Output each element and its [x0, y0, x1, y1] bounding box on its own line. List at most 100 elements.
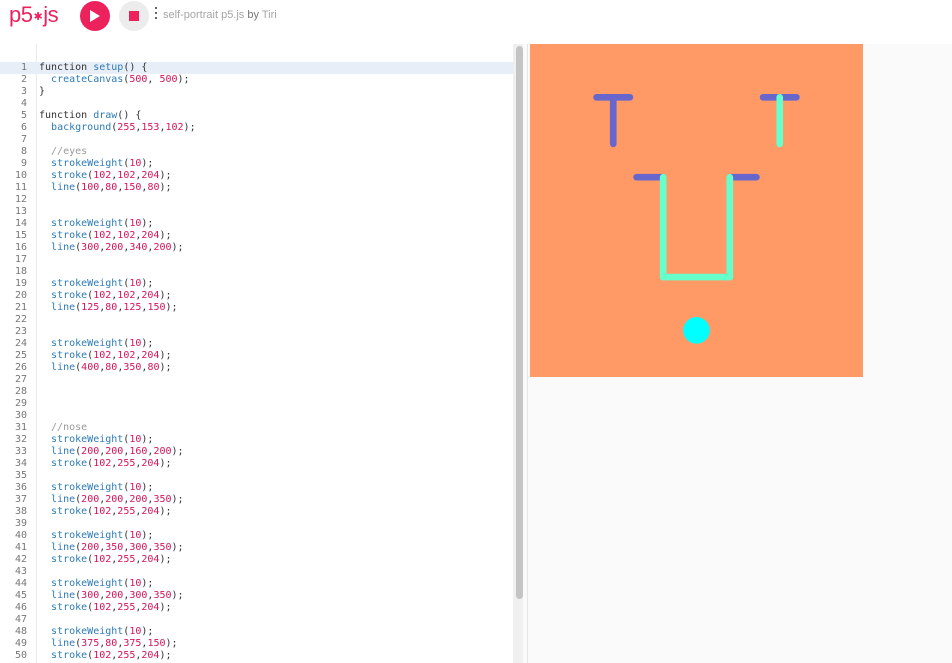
line-number: 45 — [14, 590, 27, 601]
line-code[interactable]: stroke(102,255,204); — [39, 554, 171, 566]
code-line[interactable]: 35 — [0, 470, 513, 482]
author-link[interactable]: Tiri — [262, 9, 277, 21]
line-code[interactable]: line(200,200,200,350); — [39, 494, 184, 506]
code-line[interactable]: 37 line(200,200,200,350); — [0, 494, 513, 506]
code-line[interactable]: 34 stroke(102,255,204); — [0, 458, 513, 470]
code-line[interactable]: 10 stroke(102,102,204); — [0, 170, 513, 182]
line-code[interactable]: line(300,200,300,350); — [39, 590, 184, 602]
code-line[interactable]: 16 line(300,200,340,200); — [0, 242, 513, 254]
code-line[interactable]: 22 — [0, 314, 513, 326]
stop-button[interactable] — [119, 1, 149, 31]
line-code[interactable]: strokeWeight(10); — [39, 578, 153, 590]
line-code[interactable]: stroke(102,255,204); — [39, 602, 171, 614]
line-code[interactable]: stroke(102,255,204); — [39, 650, 171, 662]
line-code[interactable]: stroke(102,102,204); — [39, 170, 171, 182]
code-line[interactable]: 8 //eyes — [0, 146, 513, 158]
code-line[interactable]: 48 strokeWeight(10); — [0, 626, 513, 638]
line-code[interactable]: line(300,200,340,200); — [39, 242, 184, 254]
code-line[interactable]: 44 strokeWeight(10); — [0, 578, 513, 590]
kebab-menu-icon[interactable] — [155, 7, 158, 23]
code-line[interactable]: 39 — [0, 518, 513, 530]
sketch-name[interactable]: self-portrait p5.js — [163, 9, 244, 21]
line-code[interactable]: line(200,350,300,350); — [39, 542, 184, 554]
code-line[interactable]: 2 createCanvas(500, 500); — [0, 74, 513, 86]
code-line[interactable]: 33 line(200,200,160,200); — [0, 446, 513, 458]
code-line[interactable]: 50 stroke(102,255,204); — [0, 650, 513, 662]
code-line[interactable]: 11 line(100,80,150,80); — [0, 182, 513, 194]
play-button[interactable] — [80, 1, 110, 31]
code-line[interactable]: 18 — [0, 266, 513, 278]
line-number: 48 — [14, 626, 27, 637]
code-line[interactable]: 7 — [0, 134, 513, 146]
line-code[interactable]: line(100,80,150,80); — [39, 182, 171, 194]
code-line[interactable]: 20 stroke(102,102,204); — [0, 290, 513, 302]
logo-suffix: js — [43, 2, 59, 27]
line-code[interactable]: line(200,200,160,200); — [39, 446, 184, 458]
code-line[interactable]: 47 — [0, 614, 513, 626]
code-line[interactable]: 23 — [0, 326, 513, 338]
code-line[interactable]: 24 strokeWeight(10); — [0, 338, 513, 350]
code-line[interactable]: 40 strokeWeight(10); — [0, 530, 513, 542]
code-line[interactable]: 42 stroke(102,255,204); — [0, 554, 513, 566]
line-code[interactable]: stroke(102,255,204); — [39, 458, 171, 470]
line-code[interactable]: strokeWeight(10); — [39, 158, 153, 170]
code-line[interactable]: 12 — [0, 194, 513, 206]
code-line[interactable]: 1 function setup() { — [0, 62, 513, 74]
code-editor[interactable]: 1 function setup() {2 createCanvas(500, 5… — [0, 44, 513, 663]
code-line[interactable]: 6 background(255,153,102); — [0, 122, 513, 134]
code-line[interactable]: 27 — [0, 374, 513, 386]
editor-scrollbar-thumb[interactable] — [516, 46, 523, 599]
line-code[interactable]: line(375,80,375,150); — [39, 638, 178, 650]
line-code[interactable]: function setup() { — [39, 62, 147, 74]
code-line[interactable]: 32 strokeWeight(10); — [0, 434, 513, 446]
line-code[interactable]: strokeWeight(10); — [39, 338, 153, 350]
line-code[interactable]: stroke(102,102,204); — [39, 290, 171, 302]
line-code[interactable]: createCanvas(500, 500); — [39, 74, 190, 86]
code-line[interactable]: 17 — [0, 254, 513, 266]
code-line[interactable]: 14 strokeWeight(10); — [0, 218, 513, 230]
code-line[interactable]: 19 strokeWeight(10); — [0, 278, 513, 290]
line-code[interactable]: stroke(102,255,204); — [39, 506, 171, 518]
code-line[interactable]: 28 — [0, 386, 513, 398]
code-line[interactable]: 5 function draw() { — [0, 110, 513, 122]
line-code[interactable]: } — [39, 86, 45, 98]
line-code[interactable]: line(400,80,350,80); — [39, 362, 171, 374]
line-code[interactable]: background(255,153,102); — [39, 122, 196, 134]
code-line[interactable]: 43 — [0, 566, 513, 578]
line-number: 36 — [14, 482, 27, 493]
code-line[interactable]: 3} — [0, 86, 513, 98]
code-line[interactable]: 13 — [0, 206, 513, 218]
code-line[interactable]: 26 line(400,80,350,80); — [0, 362, 513, 374]
line-code[interactable]: stroke(102,102,204); — [39, 350, 171, 362]
code-line[interactable]: 15 stroke(102,102,204); — [0, 230, 513, 242]
code-line[interactable]: 25 stroke(102,102,204); — [0, 350, 513, 362]
panel-divider[interactable] — [527, 44, 528, 663]
code-line[interactable]: 36 strokeWeight(10); — [0, 482, 513, 494]
code-line[interactable]: 41 line(200,350,300,350); — [0, 542, 513, 554]
line-code[interactable]: //nose — [39, 422, 87, 434]
code-line[interactable]: 21 line(125,80,125,150); — [0, 302, 513, 314]
code-line[interactable]: 46 stroke(102,255,204); — [0, 602, 513, 614]
line-code[interactable]: stroke(102,102,204); — [39, 230, 171, 242]
code-line[interactable]: 31 //nose — [0, 422, 513, 434]
code-line[interactable]: 9 strokeWeight(10); — [0, 158, 513, 170]
p5-logo[interactable]: p5✱js — [9, 2, 59, 28]
code-line[interactable]: 30 — [0, 410, 513, 422]
line-code[interactable]: strokeWeight(10); — [39, 218, 153, 230]
code-line[interactable]: 49 line(375,80,375,150); — [0, 638, 513, 650]
line-number: 24 — [14, 338, 27, 349]
line-code[interactable]: function draw() { — [39, 110, 141, 122]
code-lines[interactable]: 1 function setup() {2 createCanvas(500, 5… — [0, 62, 513, 662]
line-code[interactable]: //eyes — [39, 146, 87, 158]
sketch-preview-canvas[interactable] — [530, 44, 863, 377]
code-line[interactable]: 29 — [0, 398, 513, 410]
line-code[interactable]: line(125,80,125,150); — [39, 302, 178, 314]
line-code[interactable]: strokeWeight(10); — [39, 278, 153, 290]
code-line[interactable]: 38 stroke(102,255,204); — [0, 506, 513, 518]
line-code[interactable]: strokeWeight(10); — [39, 482, 153, 494]
line-code[interactable]: strokeWeight(10); — [39, 626, 153, 638]
line-code[interactable]: strokeWeight(10); — [39, 530, 153, 542]
code-line[interactable]: 4 — [0, 98, 513, 110]
code-line[interactable]: 45 line(300,200,300,350); — [0, 590, 513, 602]
line-code[interactable]: strokeWeight(10); — [39, 434, 153, 446]
